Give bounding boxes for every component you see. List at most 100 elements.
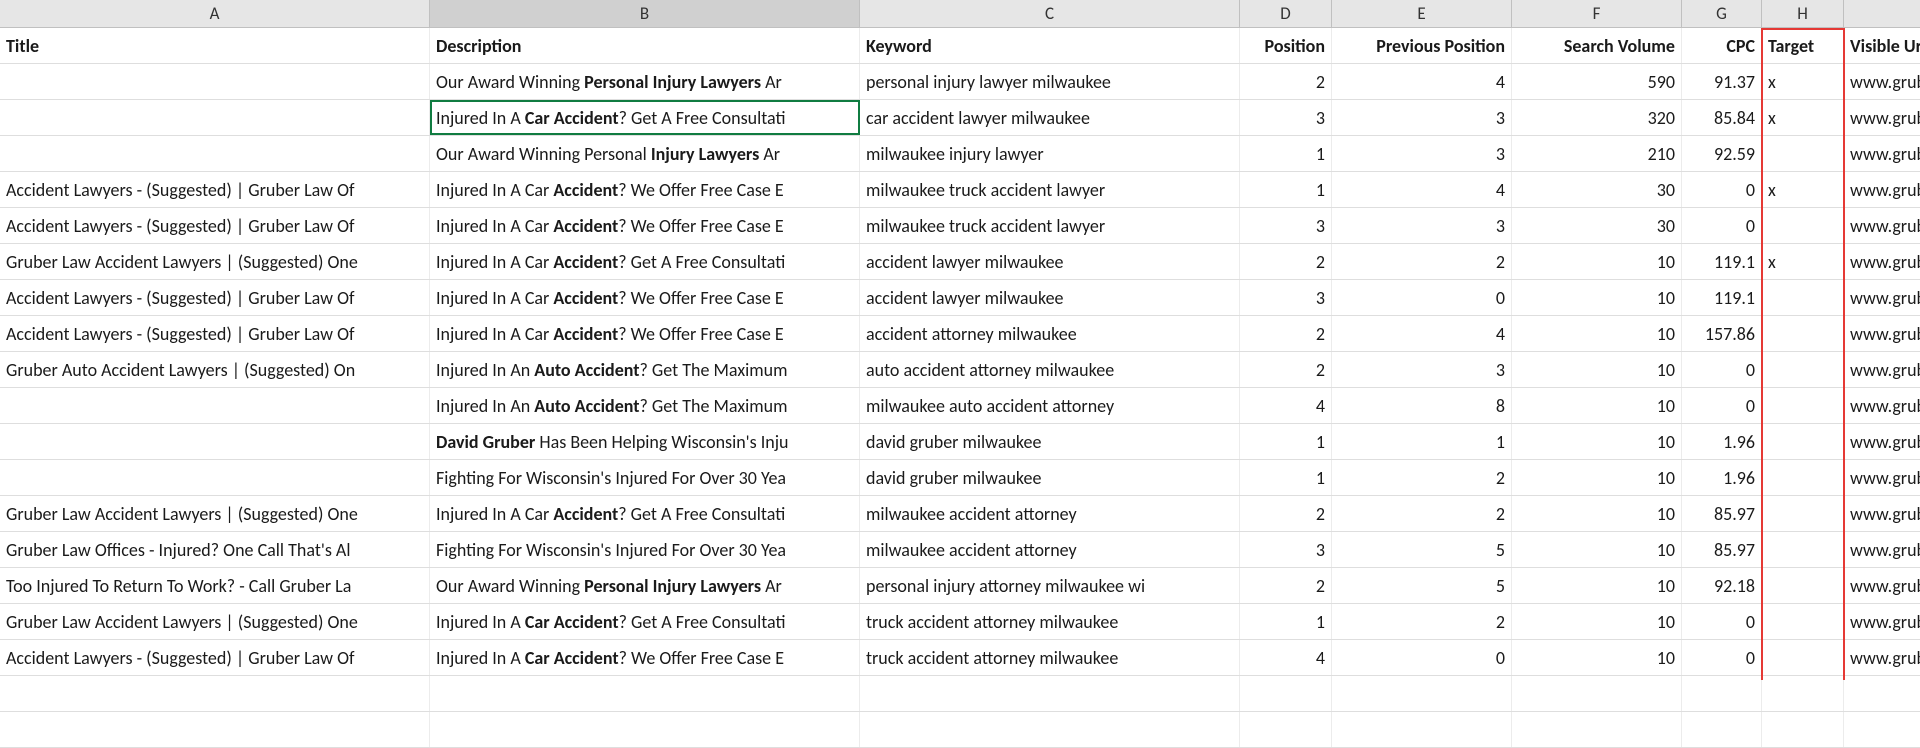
cell-c[interactable]: accident lawyer milwaukee bbox=[860, 280, 1240, 315]
header-cell-title[interactable]: Title bbox=[0, 28, 430, 63]
cell-i[interactable]: www.gruber-l bbox=[1844, 208, 1920, 243]
cell-f[interactable]: 30 bbox=[1512, 172, 1682, 207]
cell-empty[interactable] bbox=[0, 676, 430, 711]
cell-a[interactable]: Gruber Law Accident Lawyers | (Suggested… bbox=[0, 496, 430, 531]
cell-d[interactable]: 1 bbox=[1240, 424, 1332, 459]
header-cell-previous-position[interactable]: Previous Position bbox=[1332, 28, 1512, 63]
cell-b[interactable]: Injured In An Auto Accident? Get The Max… bbox=[430, 352, 860, 387]
cell-g[interactable]: 0 bbox=[1682, 172, 1762, 207]
cell-d[interactable]: 1 bbox=[1240, 460, 1332, 495]
cell-c[interactable]: milwaukee accident attorney bbox=[860, 532, 1240, 567]
cell-i[interactable]: www.gruber-l bbox=[1844, 424, 1920, 459]
cell-e[interactable]: 2 bbox=[1332, 604, 1512, 639]
cell-empty[interactable] bbox=[860, 676, 1240, 711]
cell-f[interactable]: 30 bbox=[1512, 208, 1682, 243]
cell-g[interactable]: 1.96 bbox=[1682, 424, 1762, 459]
cell-h[interactable]: x bbox=[1762, 172, 1844, 207]
cell-b[interactable]: Injured In A Car Accident? We Offer Free… bbox=[430, 640, 860, 675]
cell-b[interactable]: Injured In A Car Accident? Get A Free Co… bbox=[430, 604, 860, 639]
header-cell-target[interactable]: Target bbox=[1762, 28, 1844, 63]
header-cell-position[interactable]: Position bbox=[1240, 28, 1332, 63]
cell-i[interactable]: www.gruber-l bbox=[1844, 568, 1920, 603]
cell-g[interactable]: 0 bbox=[1682, 640, 1762, 675]
cell-empty[interactable] bbox=[1512, 712, 1682, 747]
cell-h[interactable] bbox=[1762, 388, 1844, 423]
cell-g[interactable]: 91.37 bbox=[1682, 64, 1762, 99]
cell-empty[interactable] bbox=[1762, 676, 1844, 711]
cell-e[interactable]: 4 bbox=[1332, 64, 1512, 99]
cell-d[interactable]: 2 bbox=[1240, 244, 1332, 279]
cell-a[interactable] bbox=[0, 100, 430, 135]
cell-g[interactable]: 92.18 bbox=[1682, 568, 1762, 603]
cell-c[interactable]: milwaukee accident attorney bbox=[860, 496, 1240, 531]
cell-f[interactable]: 590 bbox=[1512, 64, 1682, 99]
cell-h[interactable] bbox=[1762, 316, 1844, 351]
column-header-C[interactable]: C bbox=[860, 0, 1240, 27]
cell-empty[interactable] bbox=[1332, 712, 1512, 747]
cell-g[interactable]: 92.59 bbox=[1682, 136, 1762, 171]
cell-i[interactable]: www.gruber-l bbox=[1844, 460, 1920, 495]
cell-d[interactable]: 3 bbox=[1240, 532, 1332, 567]
cell-e[interactable]: 3 bbox=[1332, 352, 1512, 387]
cell-f[interactable]: 10 bbox=[1512, 496, 1682, 531]
cell-h[interactable] bbox=[1762, 568, 1844, 603]
cell-g[interactable]: 119.1 bbox=[1682, 244, 1762, 279]
cell-b[interactable]: Our Award Winning Personal Injury Lawyer… bbox=[430, 136, 860, 171]
cell-i[interactable]: www.gruber-l bbox=[1844, 316, 1920, 351]
cell-h[interactable] bbox=[1762, 352, 1844, 387]
cell-b[interactable]: Injured In A Car Accident? We Offer Free… bbox=[430, 172, 860, 207]
cell-e[interactable]: 4 bbox=[1332, 316, 1512, 351]
cell-f[interactable]: 10 bbox=[1512, 532, 1682, 567]
cell-d[interactable]: 4 bbox=[1240, 388, 1332, 423]
cell-empty[interactable] bbox=[1844, 676, 1920, 711]
cell-e[interactable]: 0 bbox=[1332, 640, 1512, 675]
cell-c[interactable]: milwaukee auto accident attorney bbox=[860, 388, 1240, 423]
cell-i[interactable]: www.gruber-l bbox=[1844, 280, 1920, 315]
cell-a[interactable]: Accident Lawyers - (Suggested) | Gruber … bbox=[0, 208, 430, 243]
cell-i[interactable]: www.gruber-l bbox=[1844, 100, 1920, 135]
cell-e[interactable]: 1 bbox=[1332, 424, 1512, 459]
cell-i[interactable]: www.gruber-l bbox=[1844, 64, 1920, 99]
cell-a[interactable] bbox=[0, 64, 430, 99]
cell-d[interactable]: 1 bbox=[1240, 604, 1332, 639]
header-cell-cpc[interactable]: CPC bbox=[1682, 28, 1762, 63]
cell-i[interactable]: www.gruber-l bbox=[1844, 532, 1920, 567]
cell-e[interactable]: 8 bbox=[1332, 388, 1512, 423]
cell-empty[interactable] bbox=[430, 676, 860, 711]
cell-i[interactable]: www.gruber-l bbox=[1844, 388, 1920, 423]
cell-b[interactable]: Fighting For Wisconsin's Injured For Ove… bbox=[430, 460, 860, 495]
cell-a[interactable]: Accident Lawyers - (Suggested) | Gruber … bbox=[0, 640, 430, 675]
cell-d[interactable]: 1 bbox=[1240, 136, 1332, 171]
header-cell-description[interactable]: Description bbox=[430, 28, 860, 63]
cell-a[interactable]: Accident Lawyers - (Suggested) | Gruber … bbox=[0, 172, 430, 207]
header-cell-visible-url[interactable]: Visible Url bbox=[1844, 28, 1920, 63]
cell-i[interactable]: www.gruber-l bbox=[1844, 244, 1920, 279]
cell-e[interactable]: 5 bbox=[1332, 568, 1512, 603]
cell-b[interactable]: Our Award Winning Personal Injury Lawyer… bbox=[430, 64, 860, 99]
cell-h[interactable] bbox=[1762, 280, 1844, 315]
cell-f[interactable]: 10 bbox=[1512, 388, 1682, 423]
cell-c[interactable]: truck accident attorney milwaukee bbox=[860, 604, 1240, 639]
cell-d[interactable]: 2 bbox=[1240, 64, 1332, 99]
cell-f[interactable]: 10 bbox=[1512, 244, 1682, 279]
cell-empty[interactable] bbox=[0, 712, 430, 747]
cell-e[interactable]: 5 bbox=[1332, 532, 1512, 567]
cell-h[interactable] bbox=[1762, 640, 1844, 675]
cell-d[interactable]: 2 bbox=[1240, 496, 1332, 531]
cell-a[interactable]: Gruber Law Accident Lawyers | (Suggested… bbox=[0, 244, 430, 279]
cell-g[interactable]: 119.1 bbox=[1682, 280, 1762, 315]
cell-h[interactable] bbox=[1762, 136, 1844, 171]
cell-empty[interactable] bbox=[1762, 712, 1844, 747]
cell-empty[interactable] bbox=[1682, 676, 1762, 711]
cell-b[interactable]: Injured In A Car Accident? Get A Free Co… bbox=[430, 244, 860, 279]
cell-i[interactable]: www.gruber-l bbox=[1844, 640, 1920, 675]
cell-f[interactable]: 10 bbox=[1512, 352, 1682, 387]
cell-b[interactable]: Injured In A Car Accident? Get A Free Co… bbox=[430, 496, 860, 531]
cell-e[interactable]: 3 bbox=[1332, 208, 1512, 243]
cell-h[interactable] bbox=[1762, 604, 1844, 639]
cell-d[interactable]: 2 bbox=[1240, 352, 1332, 387]
cell-f[interactable]: 10 bbox=[1512, 316, 1682, 351]
cell-empty[interactable] bbox=[1240, 712, 1332, 747]
cell-empty[interactable] bbox=[1512, 676, 1682, 711]
cell-a[interactable] bbox=[0, 460, 430, 495]
